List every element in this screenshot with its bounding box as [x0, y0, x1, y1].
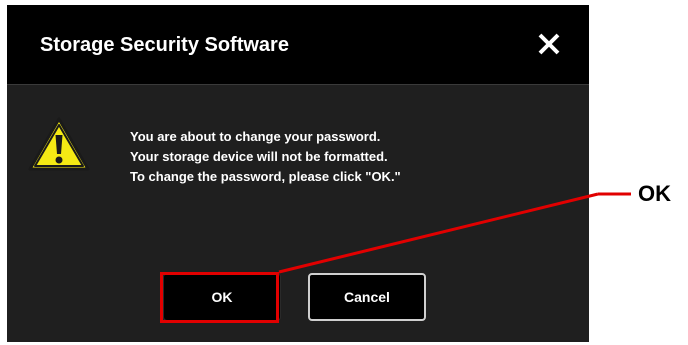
page: Storage Security Software You are about … [0, 0, 688, 345]
dialog-message: You are about to change your password. Y… [130, 127, 401, 187]
message-line: Your storage device will not be formatte… [130, 149, 388, 164]
ok-button[interactable]: OK [163, 273, 281, 321]
dialog-title: Storage Security Software [40, 34, 289, 56]
callout-label: OK [638, 181, 671, 206]
cancel-button[interactable]: Cancel [308, 273, 426, 321]
message-line: You are about to change your password. [130, 129, 381, 144]
message-line: To change the password, please click "OK… [130, 169, 401, 184]
close-icon[interactable] [538, 33, 560, 55]
warning-icon [27, 115, 91, 173]
dialog-titlebar: Storage Security Software [7, 5, 589, 85]
storage-security-dialog: Storage Security Software You are about … [7, 5, 589, 342]
